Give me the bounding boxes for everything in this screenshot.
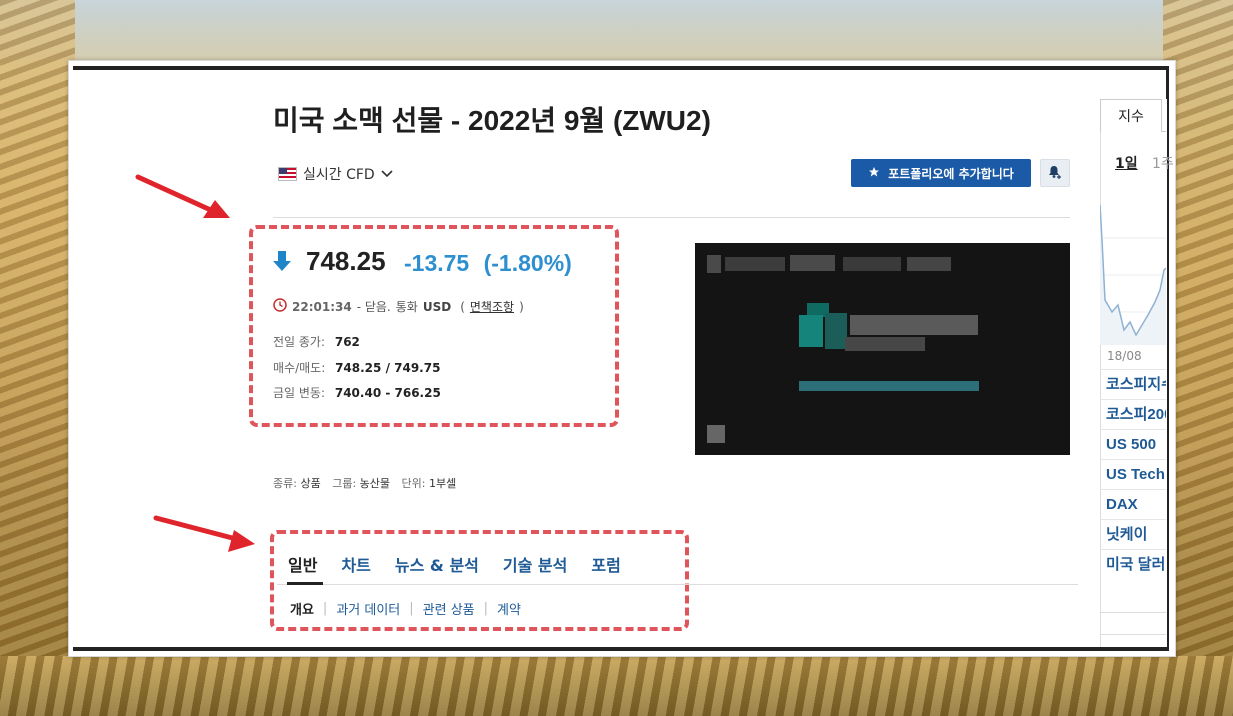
bid-ask-value: 748.25 / 749.75 bbox=[335, 361, 441, 375]
bid-ask-label: 매수/매도: bbox=[273, 361, 326, 375]
background-wheat-left bbox=[0, 0, 75, 716]
annotation-arrow-price bbox=[135, 174, 230, 218]
background-wheat-bottom bbox=[0, 656, 1233, 716]
tab-general[interactable]: 일반 bbox=[288, 552, 317, 576]
sidebar-divider bbox=[1100, 634, 1166, 635]
subtab-overview[interactable]: 개요 bbox=[290, 599, 314, 618]
bell-plus-icon bbox=[1047, 164, 1063, 183]
prev-close-label: 전일 종가: bbox=[273, 335, 326, 349]
tabs-divider bbox=[277, 584, 1078, 585]
ad-pixel bbox=[707, 425, 725, 443]
realtime-label: 실시간 CFD bbox=[303, 167, 375, 183]
type-label: 종류: bbox=[273, 477, 297, 490]
mini-index-chart bbox=[1100, 204, 1166, 345]
annotation-arrow-tabs bbox=[153, 515, 255, 552]
ad-pixel bbox=[725, 257, 785, 271]
clock-icon bbox=[273, 298, 287, 315]
disclaimer-link[interactable]: 면책조항 bbox=[470, 298, 514, 315]
ad-pixel bbox=[790, 255, 835, 271]
day-range-row: 금일 변동: 740.40 - 766.25 bbox=[273, 384, 441, 401]
range-1d[interactable]: 1일 bbox=[1115, 153, 1138, 173]
ad-pixel bbox=[825, 313, 847, 349]
index-us-dollar[interactable]: 미국 달러 bbox=[1100, 549, 1166, 579]
index-kospi[interactable]: 코스피지수 bbox=[1100, 369, 1166, 399]
add-to-portfolio-label: 포트폴리오에 추가합니다 bbox=[888, 166, 1014, 181]
ad-pixel bbox=[907, 257, 951, 271]
currency-value: USD bbox=[422, 299, 452, 314]
prev-close-value: 762 bbox=[334, 335, 360, 349]
last-price: 748.25 bbox=[306, 246, 386, 276]
prev-close-row: 전일 종가: 762 bbox=[273, 333, 360, 350]
subtab-separator: | bbox=[483, 601, 489, 616]
tab-forum[interactable]: 포럼 bbox=[591, 552, 620, 576]
ad-pixel bbox=[799, 381, 979, 391]
index-kospi200[interactable]: 코스피200 bbox=[1100, 399, 1166, 429]
subtab-historical-data[interactable]: 과거 데이터 bbox=[336, 599, 400, 618]
change-value: -13.75 bbox=[404, 250, 470, 276]
index-us500[interactable]: US 500 bbox=[1100, 429, 1166, 459]
disclaimer-close-paren: ) bbox=[519, 299, 524, 314]
frame-border-bottom bbox=[73, 647, 1169, 651]
price-change: -13.75 (-1.80%) bbox=[404, 250, 572, 277]
page-title: 미국 소맥 선물 - 2022년 9월 (ZWU2) bbox=[273, 105, 711, 136]
bid-ask-row: 매수/매도: 748.25 / 749.75 bbox=[273, 359, 440, 376]
main-tabs: 일반 차트 뉴스 & 분석 기술 분석 포럼 bbox=[288, 552, 621, 576]
unit-value: 1부셀 bbox=[428, 477, 457, 490]
tab-indices[interactable]: 지수 bbox=[1100, 99, 1162, 132]
add-to-portfolio-button[interactable]: 포트폴리오에 추가합니다 bbox=[851, 159, 1031, 187]
disclaimer-open-paren: ( bbox=[460, 299, 465, 314]
subtab-separator: | bbox=[322, 601, 328, 616]
instrument-meta: 종류: 상품 그룹: 농산물 단위: 1부셀 bbox=[273, 475, 464, 491]
star-icon bbox=[868, 166, 880, 181]
add-alert-button[interactable] bbox=[1040, 159, 1070, 187]
sidebar-divider bbox=[1100, 612, 1166, 613]
tab-chart[interactable]: 차트 bbox=[341, 552, 370, 576]
day-range-label: 금일 변동: bbox=[273, 386, 326, 400]
group-label: 그룹: bbox=[332, 477, 357, 490]
currency-label: 통화 bbox=[395, 300, 418, 314]
subtab-contracts[interactable]: 계약 bbox=[497, 599, 521, 618]
range-1w[interactable]: 1주 bbox=[1152, 153, 1174, 173]
tab-technical-analysis[interactable]: 기술 분석 bbox=[503, 552, 567, 576]
tab-news-analysis[interactable]: 뉴스 & 분석 bbox=[395, 552, 479, 576]
us-flag-icon bbox=[278, 167, 297, 181]
frame-border-top bbox=[73, 66, 1169, 70]
market-status: - 닫음. bbox=[356, 300, 391, 314]
group-value: 농산물 bbox=[359, 477, 391, 490]
day-range-value: 740.40 - 766.25 bbox=[334, 386, 441, 400]
index-nikkei[interactable]: 닛케이 bbox=[1100, 519, 1166, 549]
quote-status: 22:01:34 - 닫음. 통화 USD ( 면책조항 ) bbox=[273, 298, 524, 315]
ad-pixel bbox=[845, 337, 925, 351]
ad-pixel bbox=[850, 315, 978, 335]
active-tab-indicator bbox=[287, 582, 323, 585]
chart-date-label: 18/08 bbox=[1107, 349, 1142, 363]
down-arrow-icon bbox=[271, 250, 293, 276]
unit-label: 단위: bbox=[401, 477, 426, 490]
ad-pixel bbox=[799, 315, 823, 347]
type-value: 상품 bbox=[300, 477, 321, 490]
ad-pixel bbox=[707, 255, 721, 273]
subtab-related-products[interactable]: 관련 상품 bbox=[423, 599, 475, 618]
ad-pixel bbox=[843, 257, 901, 271]
background-sky bbox=[0, 0, 1233, 60]
realtime-cfd-dropdown[interactable]: 실시간 CFD bbox=[278, 164, 393, 184]
sidebar-tab-divider bbox=[1162, 131, 1166, 132]
advertisement-banner[interactable] bbox=[695, 243, 1070, 455]
change-percent: (-1.80%) bbox=[483, 250, 572, 276]
subtab-separator: | bbox=[409, 601, 414, 616]
sub-tabs: 개요 | 과거 데이터 | 관련 상품 | 계약 bbox=[290, 599, 521, 618]
chevron-down-icon bbox=[381, 167, 393, 181]
index-dax[interactable]: DAX bbox=[1100, 489, 1166, 519]
quote-time: 22:01:34 bbox=[292, 299, 352, 314]
header-divider bbox=[273, 217, 1070, 218]
index-us-tech[interactable]: US Tech 100 bbox=[1100, 459, 1166, 489]
